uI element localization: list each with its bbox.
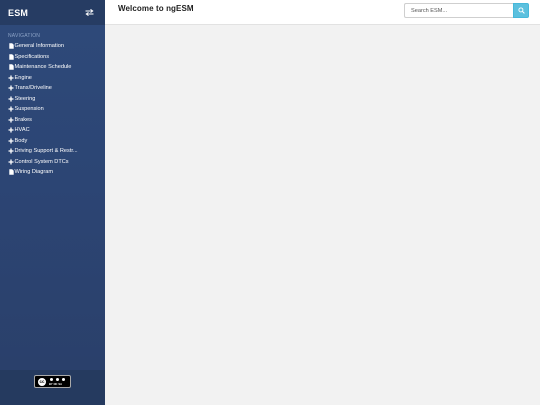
sidebar-item-control-system-dtcs[interactable]: Control System DTCs — [0, 157, 105, 168]
plus-icon — [8, 95, 14, 102]
creative-commons-license-badge[interactable]: cc BY NC SA — [34, 375, 71, 388]
document-icon — [8, 43, 14, 50]
sidebar-item-label: Driving Support & Restr... — [14, 148, 78, 155]
sidebar-nav: General Information Specifications Maint… — [0, 39, 105, 178]
license-tag: NC — [53, 382, 58, 386]
document-icon — [8, 64, 14, 71]
sidebar-item-wiring-diagram[interactable]: Wiring Diagram — [0, 167, 105, 178]
cc-logo-icon: cc — [37, 376, 47, 387]
attribution-icon — [49, 377, 54, 383]
sidebar-item-label: Engine — [14, 74, 32, 81]
sidebar-item-body[interactable]: Body — [0, 136, 105, 147]
sidebar-item-hvac[interactable]: HVAC — [0, 125, 105, 136]
sidebar-item-label: Suspension — [14, 106, 44, 113]
plus-icon — [8, 106, 14, 113]
plus-icon — [8, 116, 14, 123]
sidebar-item-label: HVAC — [14, 127, 30, 134]
top-header: Welcome to ngESM — [105, 0, 540, 25]
sidebar-footer: cc BY NC SA — [0, 370, 105, 405]
sidebar-item-steering[interactable]: Steering — [0, 94, 105, 105]
sidebar-item-label: Control System DTCs — [14, 158, 69, 165]
sidebar-item-label: Trans/Driveline — [14, 85, 52, 92]
brand-title: ESM — [8, 7, 29, 18]
sidebar-item-label: Maintenance Schedule — [14, 64, 72, 71]
page-title: Welcome to ngESM — [118, 4, 194, 13]
plus-icon — [8, 148, 14, 155]
license-tag: BY — [49, 382, 53, 386]
sidebar-item-engine[interactable]: Engine — [0, 73, 105, 84]
license-terms: BY NC SA — [49, 377, 66, 386]
swap-arrows-icon[interactable] — [84, 8, 95, 17]
sidebar-item-maintenance-schedule[interactable]: Maintenance Schedule — [0, 62, 105, 73]
sidebar-item-label: Wiring Diagram — [14, 169, 54, 176]
sidebar-item-label: Body — [14, 137, 28, 144]
search-input[interactable] — [404, 3, 513, 18]
sidebar-item-label: Brakes — [14, 116, 32, 123]
sidebar-item-label: Steering — [14, 95, 36, 102]
plus-icon — [8, 85, 14, 92]
sidebar-item-specifications[interactable]: Specifications — [0, 52, 105, 63]
nav-caption: NAVIGATION — [8, 33, 41, 39]
license-tag: SA — [58, 382, 62, 386]
sidebar-item-label: General Information — [14, 43, 64, 50]
sidebar-header: ESM — [0, 0, 105, 25]
search-icon — [517, 7, 525, 14]
sidebar-item-trans-driveline[interactable]: Trans/Driveline — [0, 83, 105, 94]
sharealike-icon — [61, 377, 66, 383]
document-icon — [8, 53, 14, 60]
main-content — [105, 25, 540, 405]
sidebar-item-brakes[interactable]: Brakes — [0, 115, 105, 126]
plus-icon — [8, 137, 14, 144]
sidebar: ESM NAVIGATION General Information Speci… — [0, 0, 105, 405]
search-button[interactable] — [513, 3, 529, 18]
plus-icon — [8, 74, 14, 81]
noncommercial-icon — [55, 377, 60, 383]
plus-icon — [8, 158, 14, 165]
sidebar-item-suspension[interactable]: Suspension — [0, 104, 105, 115]
plus-icon — [8, 127, 14, 134]
sidebar-item-driving-support[interactable]: Driving Support & Restr... — [0, 146, 105, 157]
sidebar-item-general-information[interactable]: General Information — [0, 41, 105, 52]
document-icon — [8, 169, 14, 176]
sidebar-item-label: Specifications — [14, 53, 50, 60]
